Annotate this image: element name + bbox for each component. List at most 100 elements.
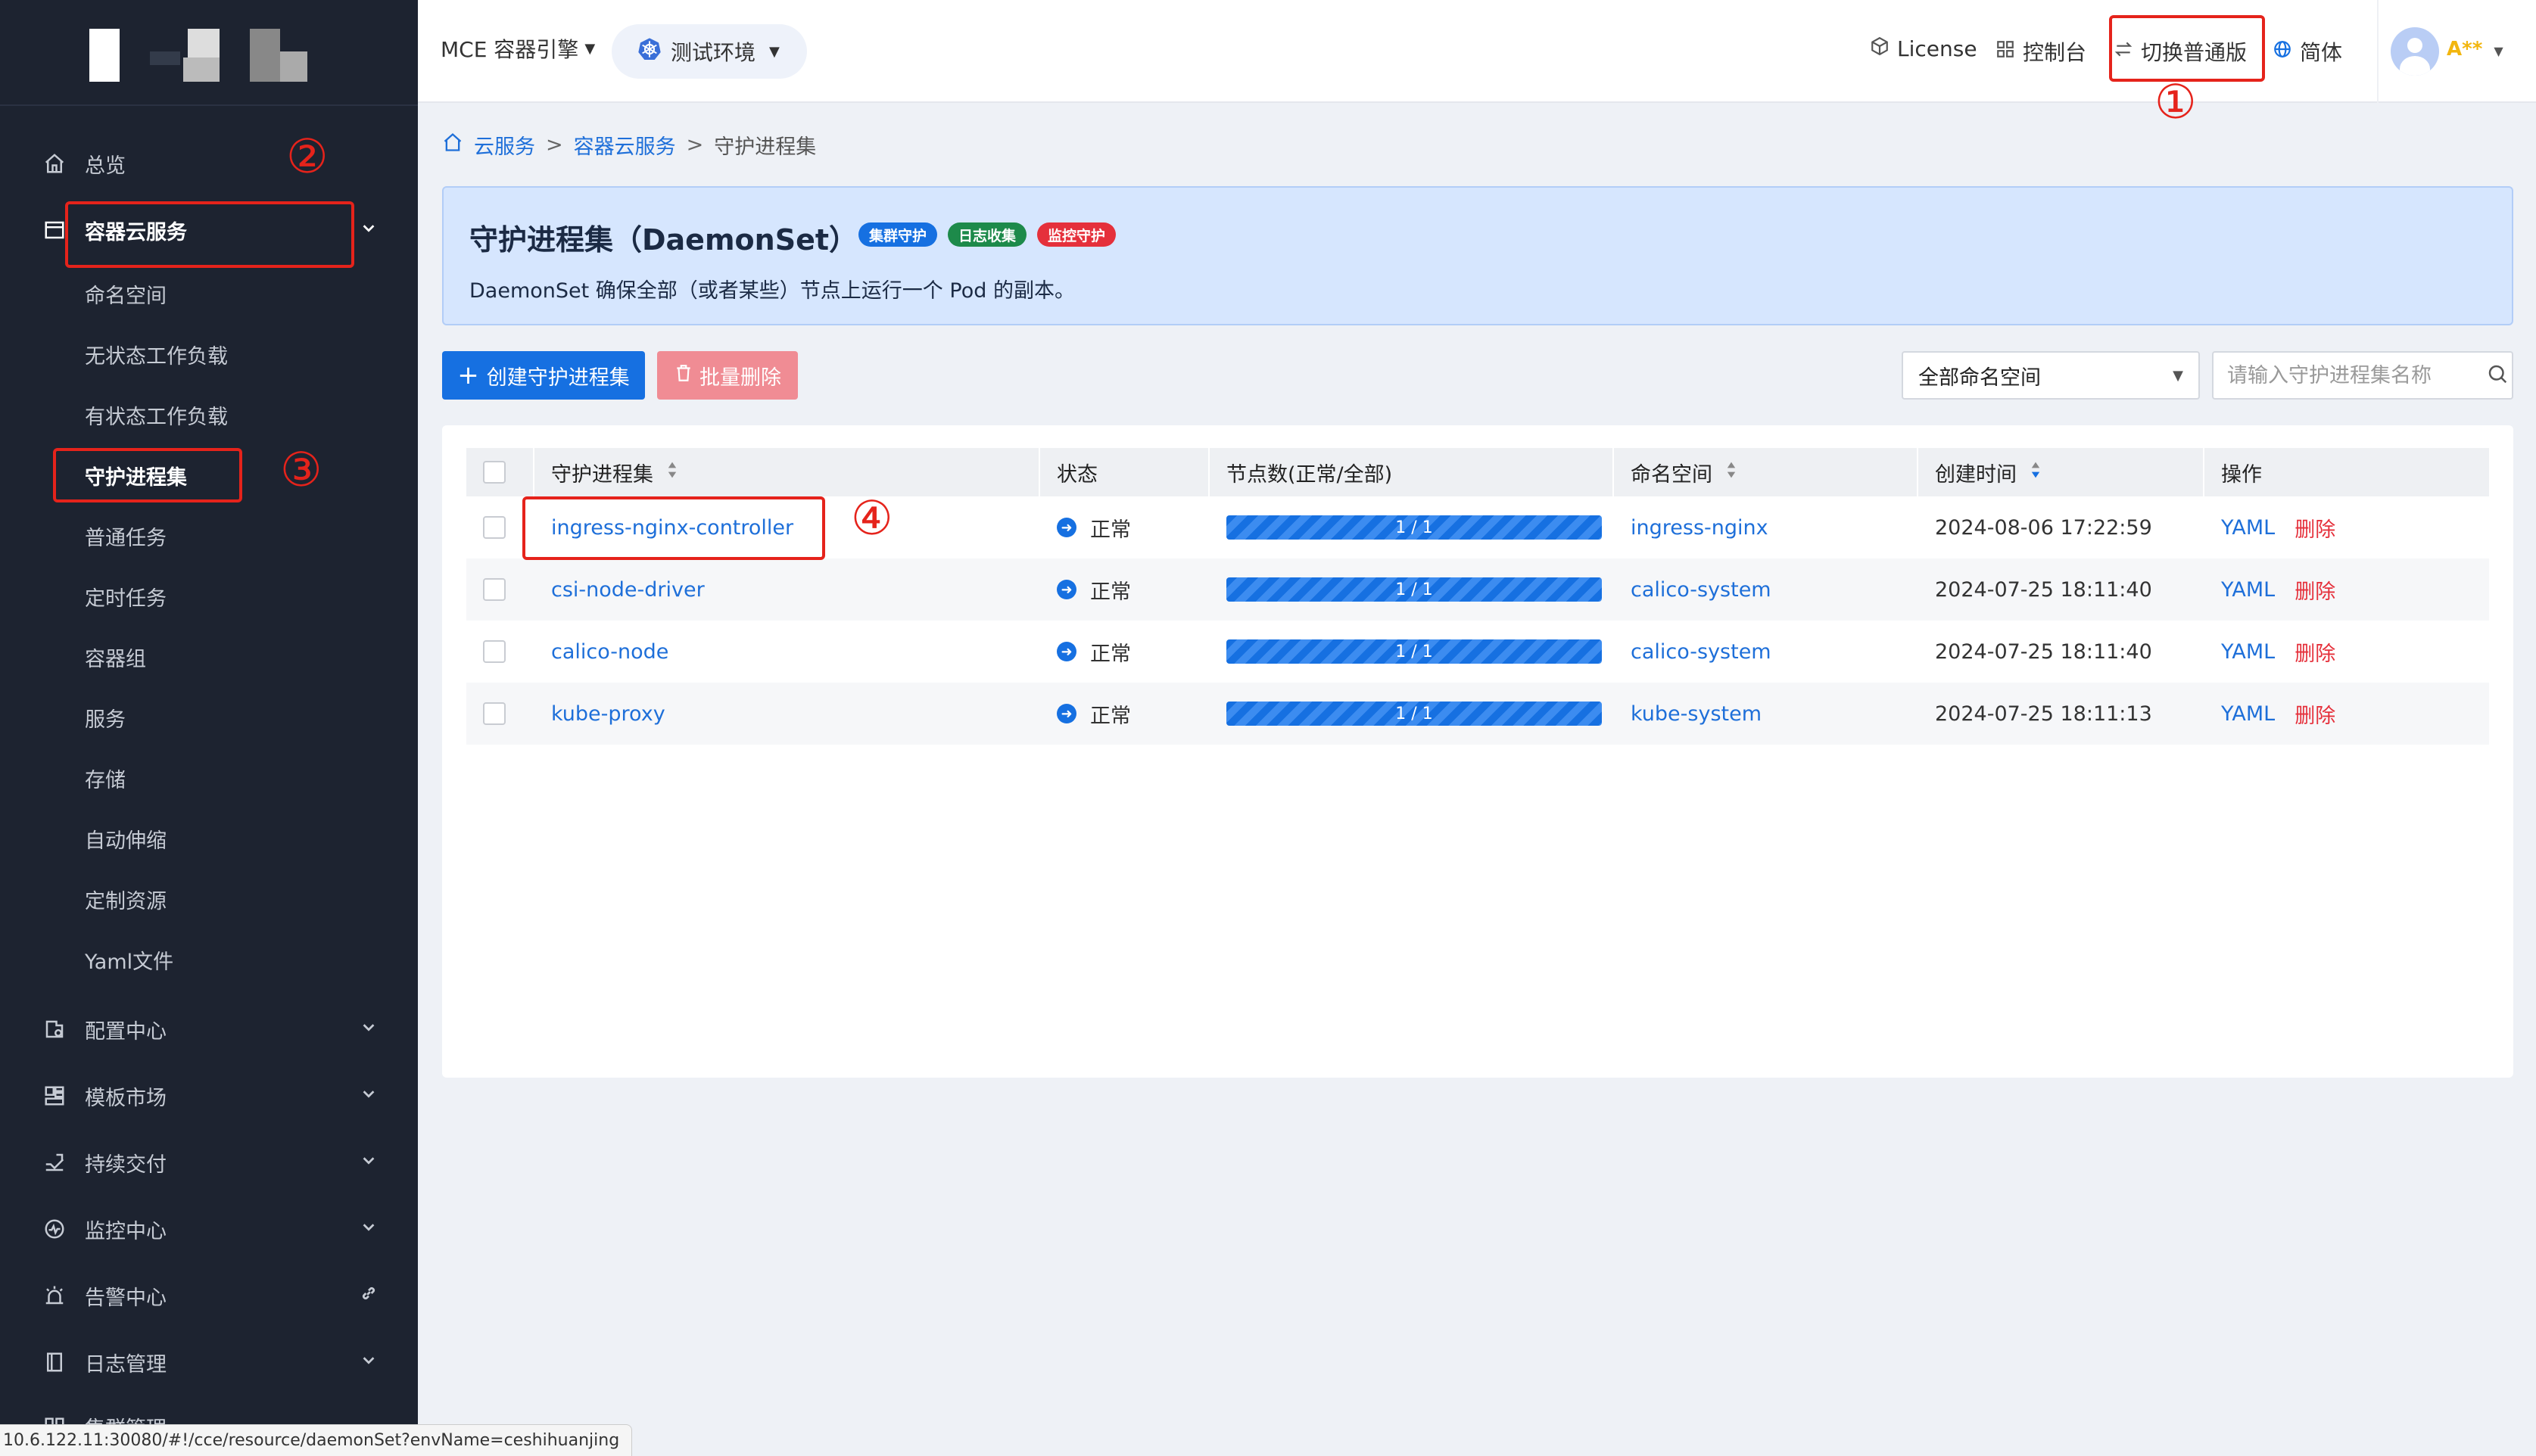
row-checkbox[interactable] xyxy=(483,640,506,663)
col-nodes: 节点数(正常/全部) xyxy=(1210,448,1614,496)
breadcrumb-container-service[interactable]: 容器云服务 xyxy=(574,130,676,160)
search-icon[interactable] xyxy=(2486,362,2509,388)
sidebar-item-label: 配置中心 xyxy=(85,1019,167,1044)
sidebar-sub-job[interactable]: 普通任务 xyxy=(0,513,418,558)
sidebar-sub-label: 定时任务 xyxy=(85,586,167,611)
col-name-label: 守护进程集 xyxy=(551,462,653,487)
namespace-link[interactable]: calico-system xyxy=(1631,640,1771,664)
namespace-link[interactable]: kube-system xyxy=(1631,702,1762,726)
sidebar-sub-label: 命名空间 xyxy=(85,284,167,308)
namespace-link[interactable]: calico-system xyxy=(1631,578,1771,602)
col-created[interactable]: 创建时间 xyxy=(1918,448,2204,496)
table-row: kube-proxy ➜ 正常 1 / 1 kube-system 2024-07… xyxy=(466,683,2489,745)
sidebar-sub-namespace[interactable]: 命名空间 xyxy=(0,271,418,316)
delete-link[interactable]: 删除 xyxy=(2295,513,2335,543)
sidebar-item-config[interactable]: 配置中心 xyxy=(0,1006,418,1052)
sidebar-sub-crd[interactable]: 定制资源 xyxy=(0,876,418,922)
sidebar-sub-yaml[interactable]: Yaml文件 xyxy=(0,937,418,982)
daemonset-name-link[interactable]: calico-node xyxy=(551,640,668,664)
delete-link[interactable]: 删除 xyxy=(2295,699,2335,729)
select-all-checkbox[interactable] xyxy=(483,461,506,484)
sidebar-item-monitor[interactable]: 监控中心 xyxy=(0,1206,418,1252)
license-link[interactable]: License xyxy=(1870,36,1977,61)
caret-down-icon: ▼ xyxy=(769,43,780,60)
chevron-down-icon xyxy=(357,219,380,241)
sidebar-sub-cronjob[interactable]: 定时任务 xyxy=(0,574,418,619)
breadcrumb-separator: > xyxy=(686,133,704,157)
engine-label: MCE 容器引擎 xyxy=(441,37,579,62)
annotation-number-1: ① xyxy=(2154,74,2197,129)
sidebar-sub-autoscale[interactable]: 自动伸缩 xyxy=(0,816,418,861)
create-daemonset-label: 创建守护进程集 xyxy=(486,366,630,390)
annotation-box-ingress xyxy=(522,496,825,560)
sidebar-item-label: 日志管理 xyxy=(85,1352,167,1377)
sidebar-item-alarm[interactable]: 告警中心 xyxy=(0,1273,418,1318)
yaml-link[interactable]: YAML xyxy=(2221,702,2275,726)
col-namespace[interactable]: 命名空间 xyxy=(1614,448,1918,496)
sidebar-item-log[interactable]: 日志管理 xyxy=(0,1339,418,1385)
env-selector[interactable]: 测试环境 ▼ xyxy=(612,24,807,79)
globe-icon xyxy=(2273,39,2292,64)
sidebar-sub-label: 无状态工作负载 xyxy=(85,344,228,369)
col-namespace-label: 命名空间 xyxy=(1631,462,1712,487)
header-divider xyxy=(2377,0,2379,103)
sort-icon[interactable] xyxy=(2029,460,2042,485)
namespace-select[interactable]: 全部命名空间 ▼ xyxy=(1902,351,2200,400)
sidebar-item-label: 告警中心 xyxy=(85,1286,167,1310)
link-icon xyxy=(357,1285,380,1306)
yaml-link[interactable]: YAML xyxy=(2221,640,2275,664)
trash-icon xyxy=(674,363,693,388)
yaml-link[interactable]: YAML xyxy=(2221,516,2275,540)
sidebar-item-delivery[interactable]: 持续交付 xyxy=(0,1140,418,1185)
logo xyxy=(89,29,316,82)
console-label: 控制台 xyxy=(2023,40,2087,65)
node-progress-bar: 1 / 1 xyxy=(1226,577,1602,602)
namespace-link[interactable]: ingress-nginx xyxy=(1631,516,1768,540)
col-name[interactable]: 守护进程集 xyxy=(534,448,1040,496)
sort-icon[interactable] xyxy=(665,460,679,485)
created-time: 2024-07-25 18:11:40 xyxy=(1935,577,2152,602)
delete-link[interactable]: 删除 xyxy=(2295,637,2335,667)
sort-icon[interactable] xyxy=(1724,460,1738,485)
avatar[interactable] xyxy=(2391,27,2439,76)
language-selector[interactable]: 简体 xyxy=(2273,36,2342,67)
daemonset-name-link[interactable]: kube-proxy xyxy=(551,702,665,726)
col-status: 状态 xyxy=(1040,448,1210,496)
search-box xyxy=(2212,351,2513,400)
sidebar-sub-pod[interactable]: 容器组 xyxy=(0,634,418,680)
status-icon: ➜ xyxy=(1057,704,1076,723)
engine-selector[interactable]: MCE 容器引擎 ▼ xyxy=(441,33,595,64)
status-url-bar: 10.6.122.11:30080/#!/cce/resource/daemon… xyxy=(0,1424,632,1456)
sidebar-sub-storage[interactable]: 存储 xyxy=(0,755,418,801)
console-link[interactable]: 控制台 xyxy=(1995,36,2086,67)
row-checkbox[interactable] xyxy=(483,702,506,725)
chevron-down-icon xyxy=(357,1019,380,1040)
status-icon: ➜ xyxy=(1057,642,1076,661)
sidebar-sub-statefulset[interactable]: 有状态工作负载 xyxy=(0,392,418,437)
row-checkbox[interactable] xyxy=(483,578,506,601)
breadcrumb-cloud-service[interactable]: 云服务 xyxy=(474,130,535,160)
annotation-number-2: ② xyxy=(286,129,329,184)
status-text: 正常 xyxy=(1090,642,1131,666)
sidebar-sub-service[interactable]: 服务 xyxy=(0,695,418,740)
created-time: 2024-07-25 18:11:40 xyxy=(1935,639,2152,664)
env-label: 测试环境 xyxy=(671,40,756,65)
col-status-label: 状态 xyxy=(1057,462,1098,487)
yaml-link[interactable]: YAML xyxy=(2221,578,2275,602)
annotation-box-container-service xyxy=(65,201,354,268)
delete-link[interactable]: 删除 xyxy=(2295,575,2335,605)
node-progress-bar: 1 / 1 xyxy=(1226,515,1602,540)
box-icon xyxy=(1870,36,1890,61)
user-menu[interactable]: A** ▼ xyxy=(2447,38,2503,61)
create-daemonset-button[interactable]: + 创建守护进程集 xyxy=(442,351,645,400)
sidebar-item-overview[interactable]: 总览 xyxy=(0,141,418,186)
status-text: 正常 xyxy=(1090,580,1131,604)
daemonset-name-link[interactable]: csi-node-driver xyxy=(551,578,705,602)
delivery-icon xyxy=(39,1147,70,1178)
search-input[interactable] xyxy=(2227,363,2486,387)
batch-delete-button[interactable]: 批量删除 xyxy=(657,351,798,400)
sidebar-sub-deployment[interactable]: 无状态工作负载 xyxy=(0,331,418,377)
language-label: 简体 xyxy=(2300,40,2343,65)
row-checkbox[interactable] xyxy=(483,516,506,539)
sidebar-item-template[interactable]: 模板市场 xyxy=(0,1073,418,1118)
